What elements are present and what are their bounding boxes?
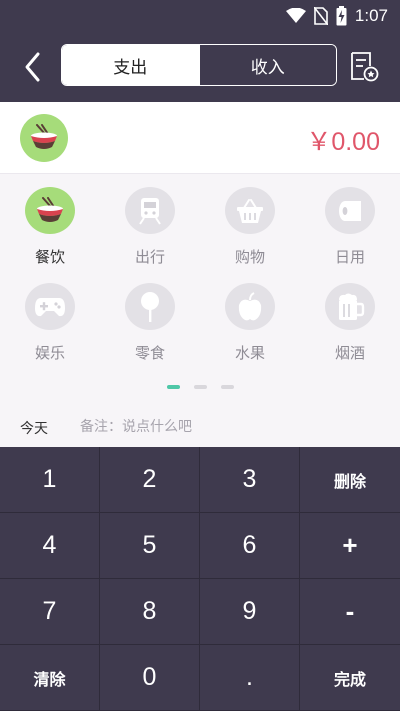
bill-settings-icon (351, 52, 379, 82)
category-icon-wrap (25, 187, 75, 234)
basket-icon (237, 198, 263, 223)
minus-button[interactable]: - (300, 579, 400, 645)
back-button[interactable] (20, 50, 48, 84)
clear-button[interactable]: 清除 (0, 645, 100, 711)
header: 支出 收入 (0, 32, 400, 102)
category-snacks[interactable]: 零食 (100, 271, 200, 363)
decimal-point-button[interactable]: . (200, 645, 300, 711)
status-icons: 1:07 (285, 4, 388, 28)
rice-bowl-icon (31, 124, 57, 149)
category-entertainment[interactable]: 娱乐 (0, 271, 100, 363)
category-grid: 餐饮 出行 购物 日用 娱乐 零食 水果 烟酒 (0, 175, 400, 400)
category-icon-wrap (225, 187, 275, 234)
amount-row: ￥0.00 (0, 102, 400, 174)
key-0[interactable]: 0 (100, 645, 200, 711)
key-7[interactable]: 7 (0, 579, 100, 645)
category-icon-wrap (125, 283, 175, 330)
page-dot-1[interactable] (166, 385, 180, 389)
key-4[interactable]: 4 (0, 513, 100, 579)
keypad: 1 2 3 删除 4 5 6 + 7 8 9 - 清除 0 . 完成 (0, 447, 400, 711)
category-icon-wrap (325, 187, 375, 234)
category-label: 娱乐 (34, 344, 65, 362)
status-time: 1:07 (354, 6, 388, 25)
category-icon-wrap (125, 187, 175, 234)
category-travel[interactable]: 出行 (100, 175, 200, 267)
plus-button[interactable]: + (300, 513, 400, 579)
delete-button[interactable]: 删除 (300, 447, 400, 513)
category-fruit[interactable]: 水果 (200, 271, 300, 363)
category-label: 出行 (134, 248, 165, 266)
key-9[interactable]: 9 (200, 579, 300, 645)
train-icon (139, 197, 161, 225)
category-label: 餐饮 (34, 248, 65, 266)
date-picker[interactable]: 今天 (20, 418, 48, 438)
category-label: 零食 (134, 344, 165, 362)
no-sim-icon (313, 7, 328, 25)
note-row: 今天 (0, 400, 400, 448)
key-1[interactable]: 1 (0, 447, 100, 513)
page-dot-2[interactable] (193, 385, 207, 389)
lollipop-icon (141, 291, 159, 322)
category-icon-wrap (225, 283, 275, 330)
type-tabs: 支出 收入 (61, 44, 337, 86)
key-5[interactable]: 5 (100, 513, 200, 579)
page-indicator (0, 385, 400, 393)
tissue-roll-icon (339, 200, 361, 221)
category-label: 水果 (234, 344, 265, 362)
category-tobacco-alcohol[interactable]: 烟酒 (300, 271, 400, 363)
category-dining[interactable]: 餐饮 (0, 175, 100, 267)
apple-icon (238, 291, 262, 320)
key-6[interactable]: 6 (200, 513, 300, 579)
category-daily[interactable]: 日用 (300, 175, 400, 267)
tab-expense[interactable]: 支出 (62, 45, 199, 85)
tab-income[interactable]: 收入 (198, 45, 336, 85)
done-button[interactable]: 完成 (300, 645, 400, 711)
category-icon-wrap (325, 283, 375, 330)
chevron-left-icon (25, 52, 40, 82)
category-icon-wrap (25, 283, 75, 330)
status-bar: 1:07 (0, 0, 400, 32)
battery-charging-icon (336, 6, 347, 26)
category-label: 日用 (334, 248, 365, 266)
key-2[interactable]: 2 (100, 447, 200, 513)
amount-value: ￥0.00 (306, 128, 380, 156)
rice-bowl-icon (37, 196, 63, 222)
page-dot-3[interactable] (220, 385, 234, 389)
key-3[interactable]: 3 (200, 447, 300, 513)
note-input[interactable] (80, 412, 380, 442)
category-label: 购物 (234, 248, 265, 266)
bill-settings-button[interactable] (348, 50, 380, 84)
selected-category-badge (20, 114, 68, 162)
category-shopping[interactable]: 购物 (200, 175, 300, 267)
beer-mug-icon (339, 293, 365, 320)
key-8[interactable]: 8 (100, 579, 200, 645)
category-label: 烟酒 (334, 344, 365, 362)
gamepad-icon (35, 297, 65, 316)
wifi-icon (285, 8, 306, 23)
